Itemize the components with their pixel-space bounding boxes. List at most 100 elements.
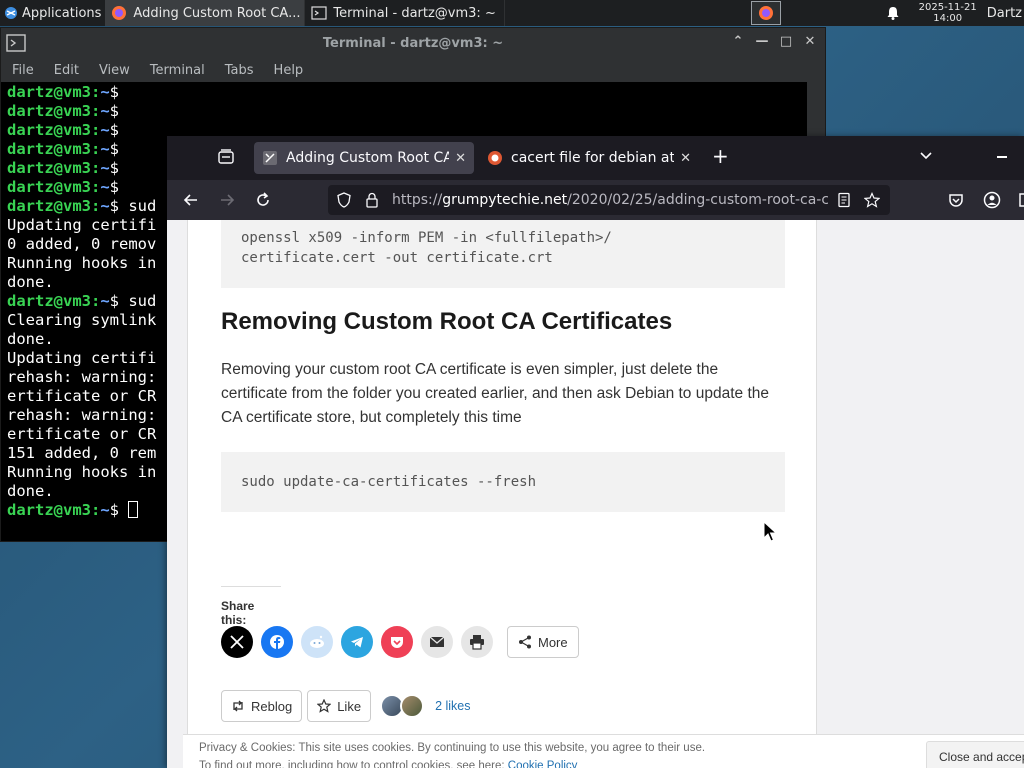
applications-menu[interactable]: Applications bbox=[0, 0, 105, 26]
prompt-path: ~ bbox=[100, 140, 110, 158]
reblog-label: Reblog bbox=[251, 698, 293, 714]
share-icon bbox=[519, 635, 531, 649]
url-text: https://grumpytechie.net/2020/02/25/addi… bbox=[392, 192, 828, 208]
share-pocket-button[interactable] bbox=[381, 626, 413, 658]
prompt-path: ~ bbox=[100, 121, 110, 139]
menu-help[interactable]: Help bbox=[263, 63, 313, 78]
share-reddit-button[interactable] bbox=[301, 626, 333, 658]
new-tab-button[interactable]: + bbox=[712, 144, 729, 168]
telegram-icon bbox=[351, 637, 363, 648]
url-bar[interactable]: https://grumpytechie.net/2020/02/25/addi… bbox=[328, 185, 890, 215]
menu-view[interactable]: View bbox=[88, 63, 139, 78]
prompt-command: $ sud bbox=[109, 197, 157, 215]
browser-minimize-button[interactable] bbox=[997, 156, 1007, 158]
page-viewport[interactable]: openssl x509 -inform PEM -in <fullfilepa… bbox=[167, 220, 1024, 768]
share-telegram-button[interactable] bbox=[341, 626, 373, 658]
liker-avatar[interactable] bbox=[400, 694, 425, 718]
prompt-user: dartz@vm3: bbox=[7, 178, 101, 196]
terminal-close-button[interactable]: ✕ bbox=[803, 34, 817, 49]
firefox-icon bbox=[758, 6, 773, 20]
share-x-button[interactable] bbox=[221, 626, 253, 658]
account-icon[interactable] bbox=[983, 191, 1001, 209]
likes-count-link[interactable]: 2 likes bbox=[435, 699, 470, 713]
lock-icon[interactable] bbox=[364, 192, 380, 208]
code-line: openssl x509 -inform PEM -in <fullfilepa… bbox=[241, 230, 612, 246]
tab-close-icon[interactable]: ✕ bbox=[680, 151, 691, 166]
cookie-text-more: To find out more, including how to contr… bbox=[199, 760, 577, 768]
cookie-consent-banner: Privacy & Cookies: This site uses cookie… bbox=[183, 734, 1024, 768]
more-label: More bbox=[538, 634, 568, 650]
clock[interactable]: 2025-11-21 14:00 bbox=[919, 2, 977, 24]
pocket-icon[interactable] bbox=[947, 191, 965, 209]
code-block-update-ca: sudo update-ca-certificates --fresh bbox=[221, 452, 785, 512]
prompt-path: ~ bbox=[100, 83, 110, 101]
tracking-protection-shield-icon[interactable] bbox=[336, 192, 352, 208]
tray-firefox-button[interactable] bbox=[750, 1, 781, 25]
user-menu[interactable]: Dartz bbox=[987, 6, 1022, 21]
reader-view-icon[interactable] bbox=[836, 192, 852, 208]
terminal-title: Terminal - dartz@vm3: ~ bbox=[322, 35, 504, 51]
browser-window: Adding Custom Root CA Certificates ✕ cac… bbox=[167, 136, 1024, 768]
extensions-menu-icon[interactable] bbox=[1017, 191, 1024, 209]
terminal-maximize-button[interactable]: □ bbox=[779, 34, 793, 49]
tab-label: cacert file for debian at DuckDuckGo bbox=[511, 150, 675, 166]
notification-bell-icon[interactable] bbox=[885, 5, 901, 21]
prompt-user: dartz@vm3: bbox=[7, 121, 101, 139]
share-email-button[interactable] bbox=[421, 626, 453, 658]
cookie-policy-link[interactable]: Cookie Policy bbox=[508, 760, 578, 768]
prompt-path: ~ bbox=[100, 159, 110, 177]
reblog-button[interactable]: Reblog bbox=[221, 690, 303, 722]
xfce-logo-icon bbox=[5, 7, 17, 19]
prompt-user: dartz@vm3: bbox=[7, 83, 101, 101]
tab-close-icon[interactable]: ✕ bbox=[455, 151, 466, 166]
taskbar-item-label: Terminal - dartz@vm3: ~ bbox=[333, 5, 496, 21]
terminal-prompt-line: dartz@vm3:~$ bbox=[7, 83, 801, 102]
section-heading: Removing Custom Root CA Certificates bbox=[221, 308, 673, 335]
taskbar-item-terminal[interactable]: Terminal - dartz@vm3: ~ bbox=[305, 0, 506, 26]
prompt-user: dartz@vm3: bbox=[7, 140, 101, 158]
menu-file[interactable]: File bbox=[1, 63, 43, 78]
tab-cacert-search[interactable]: cacert file for debian at DuckDuckGo ✕ bbox=[479, 142, 699, 174]
share-label: Share this: bbox=[221, 586, 281, 627]
prompt-command: $ sud bbox=[109, 292, 157, 310]
share-facebook-button[interactable] bbox=[261, 626, 293, 658]
star-icon bbox=[317, 699, 332, 713]
like-button[interactable]: Like bbox=[307, 690, 372, 722]
prompt-path: ~ bbox=[100, 501, 110, 519]
terminal-icon bbox=[6, 34, 26, 52]
back-arrow-icon[interactable] bbox=[182, 191, 200, 209]
site-favicon-icon bbox=[263, 151, 277, 165]
applications-label: Applications bbox=[22, 5, 102, 21]
taskbar-item-browser[interactable]: Adding Custom Root CA... bbox=[105, 0, 306, 26]
terminal-titlebar[interactable]: Terminal - dartz@vm3: ~ ⌃ — □ ✕ bbox=[1, 28, 825, 58]
firefox-icon bbox=[112, 6, 127, 20]
terminal-icon bbox=[311, 6, 328, 20]
reload-icon[interactable] bbox=[254, 191, 272, 209]
menu-terminal[interactable]: Terminal bbox=[139, 63, 214, 78]
bookmark-star-icon[interactable] bbox=[864, 192, 880, 208]
cookie-accept-button[interactable]: Close and accept bbox=[926, 741, 1024, 768]
tab-label: Adding Custom Root CA Certificates bbox=[286, 150, 450, 166]
prompt-command: $ bbox=[109, 159, 120, 177]
terminal-cursor bbox=[128, 501, 139, 518]
share-print-button[interactable] bbox=[461, 626, 493, 658]
prompt-user: dartz@vm3: bbox=[7, 197, 101, 215]
tab-adding-custom-root-ca[interactable]: Adding Custom Root CA Certificates ✕ bbox=[254, 142, 474, 174]
email-icon bbox=[429, 636, 445, 647]
terminal-shade-button[interactable]: ⌃ bbox=[731, 34, 745, 49]
cookie-text: Privacy & Cookies: This site uses cookie… bbox=[199, 742, 706, 754]
firefox-view-icon[interactable] bbox=[217, 148, 235, 166]
navigation-toolbar: https://grumpytechie.net/2020/02/25/addi… bbox=[167, 180, 1024, 220]
reblog-icon bbox=[233, 700, 243, 712]
prompt-command: $ bbox=[109, 121, 120, 139]
terminal-minimize-button[interactable]: — bbox=[755, 34, 769, 49]
pocket-icon bbox=[391, 637, 403, 648]
forward-arrow-icon[interactable] bbox=[218, 191, 236, 209]
menu-edit[interactable]: Edit bbox=[43, 63, 88, 78]
prompt-user: dartz@vm3: bbox=[7, 159, 101, 177]
tab-bar: Adding Custom Root CA Certificates ✕ cac… bbox=[167, 136, 1024, 180]
menu-tabs[interactable]: Tabs bbox=[214, 63, 263, 78]
prompt-path: ~ bbox=[100, 197, 110, 215]
share-more-button[interactable]: More bbox=[507, 626, 579, 658]
list-all-tabs-icon[interactable] bbox=[919, 148, 933, 162]
